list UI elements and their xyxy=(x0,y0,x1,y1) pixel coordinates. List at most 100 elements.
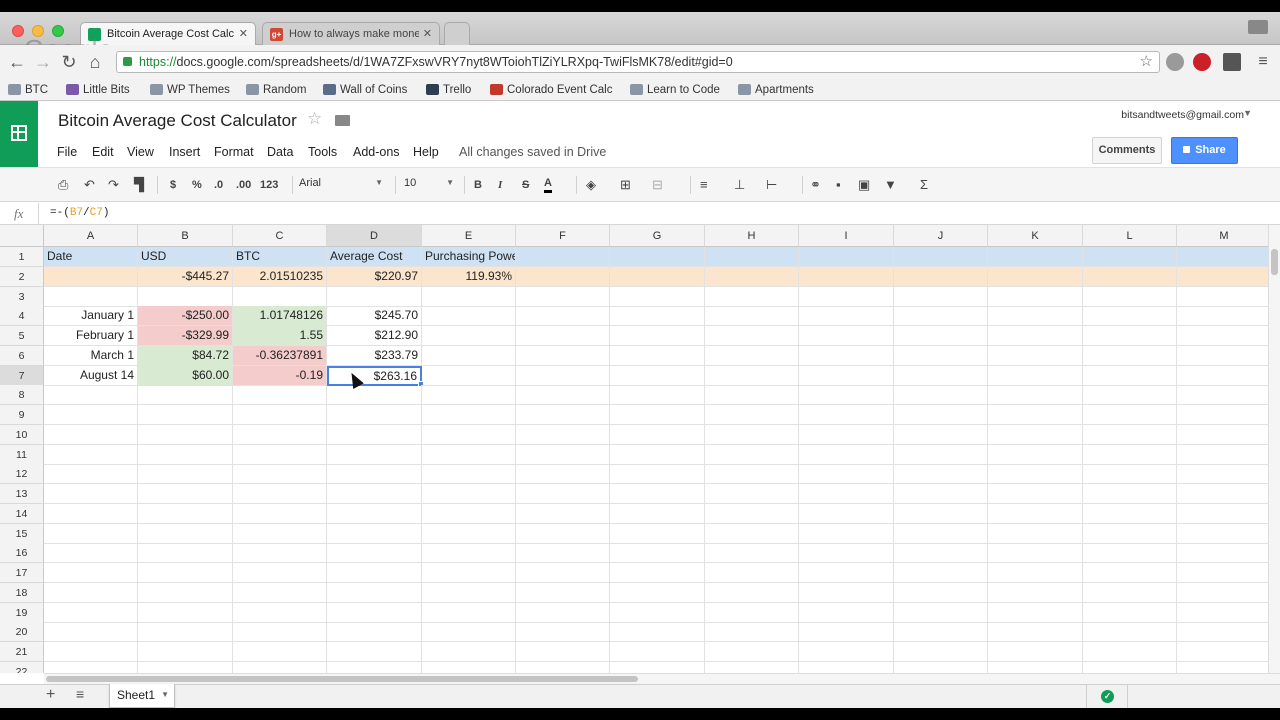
cell-m1[interactable] xyxy=(1177,247,1268,267)
cell-a3[interactable] xyxy=(44,286,138,307)
cell-e8[interactable] xyxy=(422,385,516,406)
insert-comment-icon[interactable]: ▪ xyxy=(836,177,841,193)
cell-i5[interactable] xyxy=(799,326,894,346)
move-to-folder-icon[interactable] xyxy=(335,115,350,126)
row-header-16[interactable]: 16 xyxy=(0,543,44,564)
chevron-down-icon[interactable]: ▼ xyxy=(161,684,169,706)
cell-i2[interactable] xyxy=(799,266,894,287)
cell-b14[interactable] xyxy=(138,503,233,524)
cell-g4[interactable] xyxy=(610,306,705,327)
cell-i8[interactable] xyxy=(799,385,894,406)
cell-e11[interactable] xyxy=(422,444,516,465)
cell-j6[interactable] xyxy=(894,345,988,366)
cell-f19[interactable] xyxy=(516,602,610,623)
bookmark-item[interactable]: Random xyxy=(246,82,306,98)
cell-f15[interactable] xyxy=(516,523,610,544)
cell-i4[interactable] xyxy=(799,306,894,327)
cell-c4[interactable]: 1.01748126 xyxy=(233,306,327,327)
cell-g17[interactable] xyxy=(610,563,705,583)
cell-c15[interactable] xyxy=(233,523,327,544)
cell-d4[interactable]: $245.70 xyxy=(327,306,422,327)
cell-a16[interactable] xyxy=(44,543,138,564)
font-family-select[interactable]: Arial ▼ xyxy=(299,177,385,189)
cell-k20[interactable] xyxy=(988,622,1083,643)
new-tab-button[interactable] xyxy=(444,22,470,45)
cell-m4[interactable] xyxy=(1177,306,1268,327)
cell-e19[interactable] xyxy=(422,602,516,623)
cell-j1[interactable] xyxy=(894,247,988,267)
print-icon[interactable]: ⎙ xyxy=(58,177,68,193)
cell-g13[interactable] xyxy=(610,484,705,504)
cell-j17[interactable] xyxy=(894,563,988,583)
cell-m2[interactable] xyxy=(1177,266,1268,287)
cell-f1[interactable] xyxy=(516,247,610,267)
cell-k22[interactable] xyxy=(988,661,1083,673)
row-header-22[interactable]: 22 xyxy=(0,661,44,673)
cell-k5[interactable] xyxy=(988,326,1083,346)
undo-icon[interactable]: ↶ xyxy=(84,177,95,193)
cell-e4[interactable] xyxy=(422,306,516,327)
cell-k9[interactable] xyxy=(988,405,1083,425)
cell-h8[interactable] xyxy=(705,385,799,406)
cell-c21[interactable] xyxy=(233,642,327,662)
cell-g9[interactable] xyxy=(610,405,705,425)
cell-i13[interactable] xyxy=(799,484,894,504)
home-icon[interactable]: ⌂ xyxy=(84,51,106,73)
cell-e21[interactable] xyxy=(422,642,516,662)
cell-g18[interactable] xyxy=(610,582,705,603)
cell-k7[interactable] xyxy=(988,365,1083,386)
text-wrap-icon[interactable]: ⊢ xyxy=(766,177,777,193)
star-icon[interactable]: ☆ xyxy=(307,109,322,129)
cell-a8[interactable] xyxy=(44,385,138,406)
cell-b2[interactable]: -$445.27 xyxy=(138,266,233,287)
document-title[interactable]: Bitcoin Average Cost Calculator xyxy=(58,111,297,131)
back-arrow-icon[interactable]: ← xyxy=(6,51,28,73)
cell-l17[interactable] xyxy=(1083,563,1177,583)
cell-l3[interactable] xyxy=(1083,286,1177,307)
comments-button[interactable]: Comments xyxy=(1092,137,1162,164)
cell-l14[interactable] xyxy=(1083,503,1177,524)
cell-g21[interactable] xyxy=(610,642,705,662)
cell-g12[interactable] xyxy=(610,464,705,485)
add-sheet-icon[interactable]: + xyxy=(46,686,55,704)
cell-l18[interactable] xyxy=(1083,582,1177,603)
bookmark-item[interactable]: Wall of Coins xyxy=(323,82,407,98)
cell-c2[interactable]: 2.01510235 xyxy=(233,266,327,287)
cell-i7[interactable] xyxy=(799,365,894,386)
functions-icon[interactable]: Σ xyxy=(920,177,928,193)
cell-k14[interactable] xyxy=(988,503,1083,524)
cell-m12[interactable] xyxy=(1177,464,1268,485)
menu-icon[interactable]: ≡ xyxy=(1252,51,1274,73)
column-header-e[interactable]: E xyxy=(422,225,516,247)
cell-d21[interactable] xyxy=(327,642,422,662)
cell-f21[interactable] xyxy=(516,642,610,662)
cell-l16[interactable] xyxy=(1083,543,1177,564)
vertical-scrollbar[interactable] xyxy=(1268,225,1280,673)
cell-h11[interactable] xyxy=(705,444,799,465)
cell-b16[interactable] xyxy=(138,543,233,564)
cell-b22[interactable] xyxy=(138,661,233,673)
cell-j15[interactable] xyxy=(894,523,988,544)
cell-k15[interactable] xyxy=(988,523,1083,544)
row-header-9[interactable]: 9 xyxy=(0,405,44,425)
bookmark-item[interactable]: BTC xyxy=(8,82,48,98)
menu-addons[interactable]: Add-ons xyxy=(353,145,400,159)
cell-f20[interactable] xyxy=(516,622,610,643)
cell-k1[interactable] xyxy=(988,247,1083,267)
extension-icon[interactable] xyxy=(1166,53,1184,71)
cell-m11[interactable] xyxy=(1177,445,1268,465)
cell-l22[interactable] xyxy=(1083,661,1177,673)
cell-k18[interactable] xyxy=(988,582,1083,603)
cell-e17[interactable] xyxy=(422,563,516,583)
cell-a22[interactable] xyxy=(44,661,138,673)
cell-l11[interactable] xyxy=(1083,444,1177,465)
horizontal-align-icon[interactable]: ≡ xyxy=(700,177,708,193)
cell-c6[interactable]: -0.36237891 xyxy=(233,345,327,366)
bold-button[interactable]: B xyxy=(474,177,482,193)
row-header-3[interactable]: 3 xyxy=(0,286,44,307)
cell-g1[interactable] xyxy=(610,247,705,267)
menu-data[interactable]: Data xyxy=(267,145,293,159)
cell-h7[interactable] xyxy=(705,365,799,386)
cell-m16[interactable] xyxy=(1177,543,1268,564)
row-header-15[interactable]: 15 xyxy=(0,523,44,544)
